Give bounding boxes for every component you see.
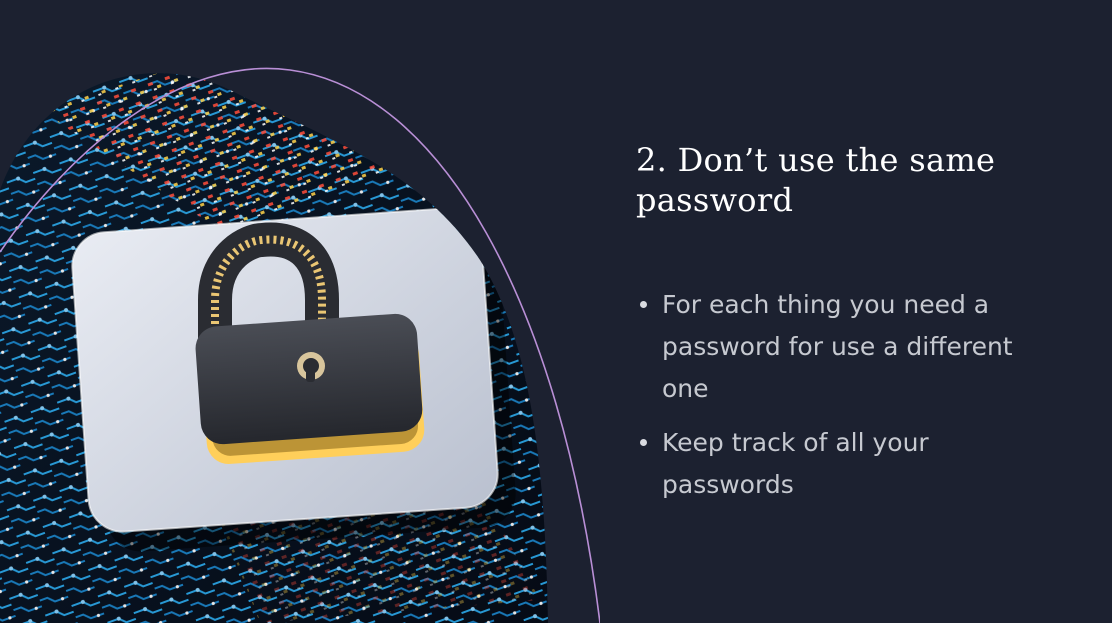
- bullet-dot-icon: [640, 301, 647, 308]
- bullet-text: Keep track of all your passwords: [662, 428, 929, 499]
- bullet-item: Keep track of all your passwords: [636, 422, 1056, 506]
- padlock-circuit-illustration: [0, 67, 600, 623]
- slide-title: 2. Don’t use the same password: [636, 141, 996, 219]
- slide: 2. Don’t use the same password For each …: [0, 0, 1112, 623]
- padlock-circuit-image: [0, 0, 600, 623]
- bullet-item: For each thing you need a password for u…: [636, 284, 1056, 410]
- bullet-text: For each thing you need a password for u…: [662, 290, 1013, 403]
- bullet-list: For each thing you need a password for u…: [636, 284, 1056, 518]
- bullet-dot-icon: [640, 439, 647, 446]
